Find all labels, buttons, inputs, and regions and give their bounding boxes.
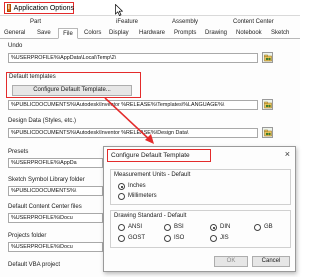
design-data-browse-button[interactable] xyxy=(262,127,273,138)
close-icon[interactable]: × xyxy=(285,149,290,159)
tab-file[interactable]: File xyxy=(58,28,78,39)
inventor-app-icon: I xyxy=(7,4,11,12)
sketch-symbol-path-field[interactable]: %PUBLICDOCUMENTS%\ xyxy=(8,186,103,196)
window-title: Application Options xyxy=(13,4,74,12)
tab-sketch[interactable]: Sketch xyxy=(271,30,289,36)
presets-path-field[interactable]: %USERPROFILE%\AppDa xyxy=(8,158,103,168)
folder-binoculars-icon xyxy=(263,54,272,61)
tab-ifeature[interactable]: iFeature xyxy=(116,19,138,25)
title-highlight: I Application Options xyxy=(4,2,74,14)
tab-drawing[interactable]: Drawing xyxy=(205,30,227,36)
folder-binoculars-icon xyxy=(263,101,272,108)
tab-display[interactable]: Display xyxy=(109,30,129,36)
iso-radio[interactable] xyxy=(164,235,171,242)
design-data-label: Design Data (Styles, etc.) xyxy=(8,118,77,124)
options-tabs: Part iFeature Assembly Content Center Ge… xyxy=(0,17,300,39)
ok-button[interactable]: OK xyxy=(214,256,248,267)
millimeters-label: Millimeters xyxy=(128,193,157,199)
din-radio[interactable] xyxy=(210,224,217,231)
folder-binoculars-icon xyxy=(263,129,272,136)
default-templates-label: Default templates xyxy=(9,74,56,80)
tab-save[interactable]: Save xyxy=(37,30,51,36)
tab-general[interactable]: General xyxy=(4,30,25,36)
iso-label: ISO xyxy=(174,235,185,241)
mouse-cursor-icon xyxy=(115,4,123,16)
inches-label: Inches xyxy=(128,183,146,189)
din-label: DIN xyxy=(220,224,231,230)
configure-default-template-button[interactable]: Configure Default Template... xyxy=(12,85,132,96)
projects-path-field[interactable]: %USERPROFILE%\Docu xyxy=(8,242,103,252)
tab-colors[interactable]: Colors xyxy=(84,30,101,36)
vba-label: Default VBA project xyxy=(8,262,61,268)
tab-hardware[interactable]: Hardware xyxy=(139,30,165,36)
jis-label: JIS xyxy=(220,235,229,241)
gost-radio[interactable] xyxy=(118,235,125,242)
gb-radio[interactable] xyxy=(254,224,261,231)
undo-label: Undo xyxy=(8,43,23,49)
gost-label: GOST xyxy=(128,235,146,241)
ansi-label: ANSI xyxy=(128,224,143,230)
ansi-radio[interactable] xyxy=(118,224,125,231)
tab-content-center[interactable]: Content Center xyxy=(233,19,274,25)
dialog-title: Configure Default Template xyxy=(111,152,190,159)
templates-path-field[interactable]: %PUBLICDOCUMENTS%\Autodesk\Inventor %REL… xyxy=(8,100,258,110)
design-data-path-field[interactable]: %PUBLICDOCUMENTS%\Autodesk\Inventor %REL… xyxy=(8,128,258,138)
tab-part[interactable]: Part xyxy=(30,19,41,25)
templates-browse-button[interactable] xyxy=(262,99,273,110)
inches-radio[interactable] xyxy=(118,183,125,190)
undo-browse-button[interactable] xyxy=(262,52,273,63)
projects-label: Projects folder xyxy=(8,233,47,239)
tab-assembly[interactable]: Assembly xyxy=(172,19,198,25)
tab-prompts[interactable]: Prompts xyxy=(174,30,196,36)
jis-radio[interactable] xyxy=(210,235,217,242)
bsi-radio[interactable] xyxy=(164,224,171,231)
measurement-units-label: Measurement Units - Default xyxy=(114,172,191,178)
presets-label: Presets xyxy=(8,149,29,155)
content-center-label: Default Content Center files xyxy=(8,204,82,210)
millimeters-radio[interactable] xyxy=(118,193,125,200)
bsi-label: BSI xyxy=(174,224,184,230)
gb-label: GB xyxy=(264,224,273,230)
cancel-button[interactable]: Cancel xyxy=(252,256,290,267)
tab-notebook[interactable]: Notebook xyxy=(236,30,262,36)
sketch-symbol-label: Sketch Symbol Library folder xyxy=(8,177,85,183)
title-bar: I Application Options xyxy=(0,0,300,16)
drawing-standard-label: Drawing Standard - Default xyxy=(114,213,187,219)
undo-path-field[interactable]: %USERPROFILE%\AppData\Local\Temp\2\ xyxy=(8,53,258,63)
configure-default-template-dialog: Configure Default Template × Measurement… xyxy=(103,146,296,272)
content-center-path-field[interactable]: %USERPROFILE%\Docu xyxy=(8,213,103,223)
